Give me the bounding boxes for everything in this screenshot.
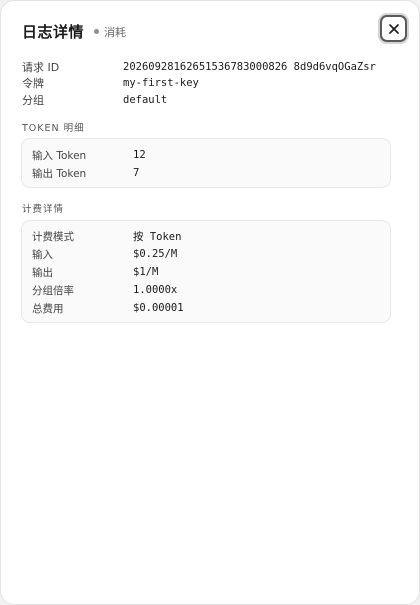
card-label: 计费模式: [32, 230, 74, 243]
token-name-value: my-first-key: [123, 77, 199, 89]
request-id-value: 20260928162651536783000826 8d9d6vqOGaZsr: [123, 61, 376, 73]
billing-section-title: 计费详情: [22, 204, 65, 215]
card-label: 输出 Token: [32, 167, 87, 180]
card-value: 7: [133, 167, 140, 179]
log-detail-dialog: 日志详情 消耗 请求 ID 20260928162651536783000826…: [0, 0, 420, 605]
group-value: default: [123, 94, 168, 106]
card-value: 按 Token: [133, 230, 182, 243]
card-label: 输入 Token: [32, 149, 87, 162]
meta-label: 令牌: [22, 77, 44, 90]
card-value: 1.0000x: [133, 284, 178, 296]
billing-card: 计费模式 按 Token 输入 $0.25/M 输出 $1/M 分组倍率 1.0…: [21, 220, 391, 323]
meta-row-group: 分组 default: [22, 92, 167, 108]
status-text: 消耗: [104, 25, 127, 39]
meta-label: 请求 ID: [22, 61, 60, 74]
dialog-title: 日志详情: [22, 23, 85, 41]
billing-row-input: 输入 $0.25/M: [32, 246, 177, 262]
token-row-output: 输出 Token 7: [32, 165, 139, 181]
card-value: $0.00001: [133, 302, 184, 314]
close-icon: [388, 23, 399, 34]
card-value: $1/M: [133, 266, 159, 278]
billing-row-output: 输出 $1/M: [32, 264, 158, 280]
card-value: $0.25/M: [133, 248, 178, 260]
billing-row-group-rate: 分组倍率 1.0000x: [32, 282, 177, 298]
card-label: 输入: [32, 248, 53, 261]
close-button[interactable]: [380, 15, 407, 42]
billing-row-mode: 计费模式 按 Token: [32, 228, 181, 244]
billing-row-total: 总费用 $0.00001: [32, 300, 184, 316]
meta-label: 分组: [22, 94, 44, 107]
card-label: 总费用: [32, 302, 64, 315]
dialog-header: 日志详情 消耗: [22, 21, 126, 42]
status-dot-icon: [94, 29, 100, 34]
token-section-title: TOKEN 明细: [22, 123, 85, 134]
card-label: 分组倍率: [32, 284, 74, 297]
meta-row-request-id: 请求 ID 20260928162651536783000826 8d9d6vq…: [22, 59, 376, 75]
token-card: 输入 Token 12 输出 Token 7: [21, 138, 391, 188]
status-badge: 消耗: [94, 24, 126, 40]
card-value: 12: [133, 149, 146, 161]
card-label: 输出: [32, 266, 53, 279]
token-row-input: 输入 Token 12: [32, 147, 146, 163]
meta-row-token: 令牌 my-first-key: [22, 75, 199, 91]
